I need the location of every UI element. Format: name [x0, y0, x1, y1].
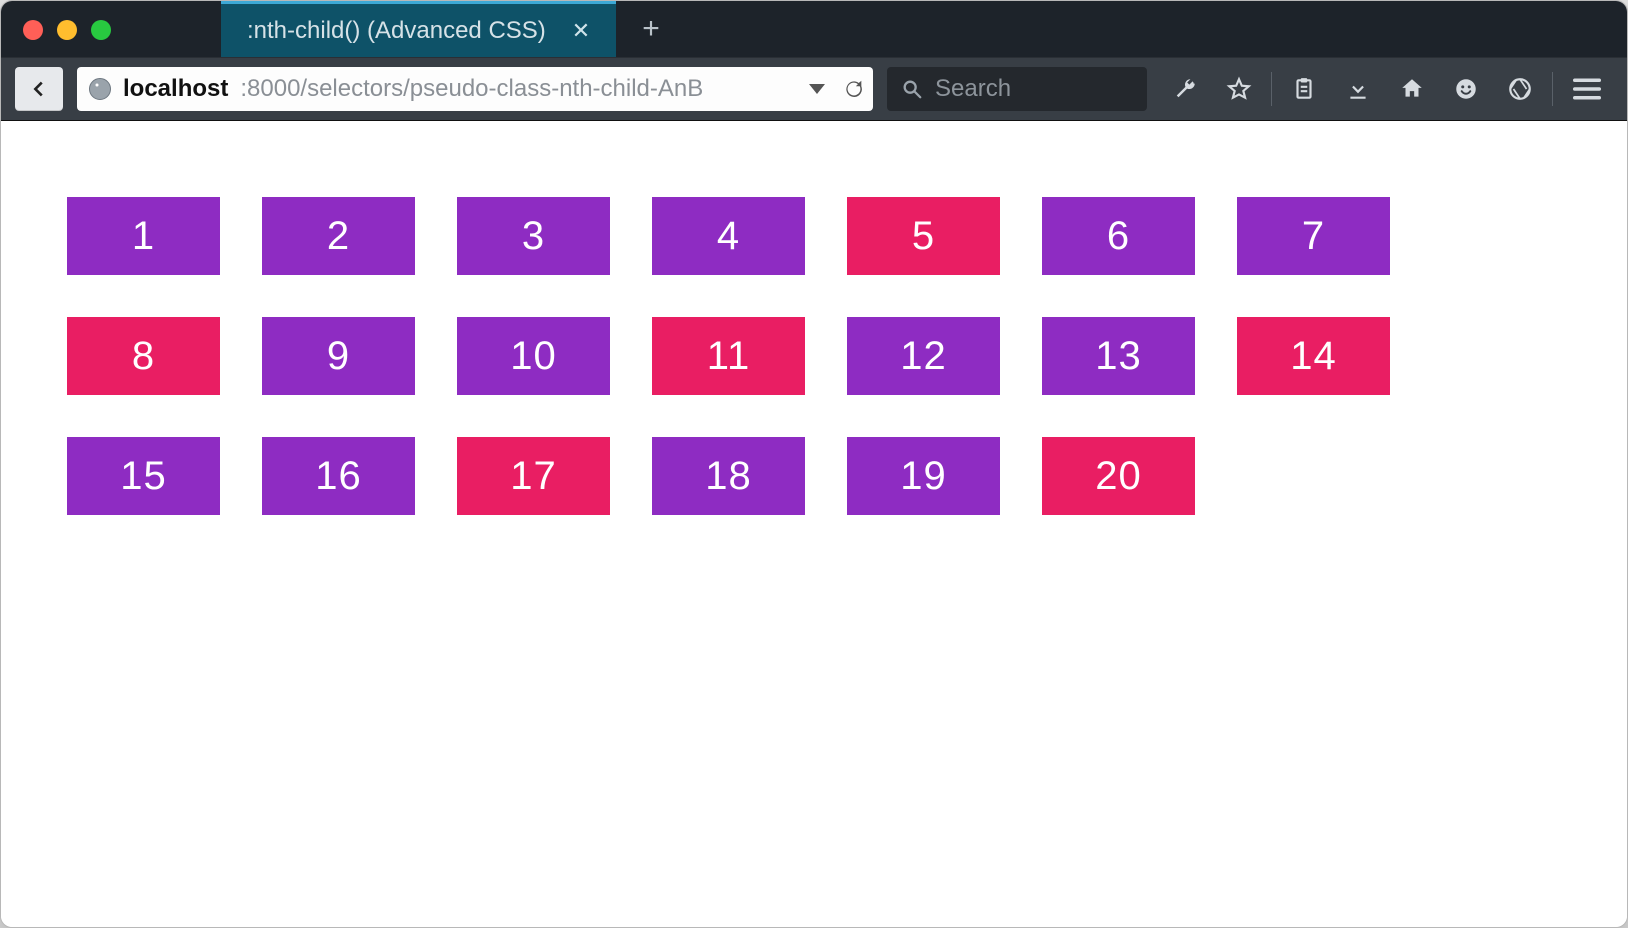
grid-cell: 20 [1042, 437, 1195, 515]
grid-cell: 11 [652, 317, 805, 395]
number-grid: 1234567891011121314151617181920 [67, 197, 1397, 515]
grid-cell: 14 [1237, 317, 1390, 395]
grid-cell: 6 [1042, 197, 1195, 275]
grid-cell: 8 [67, 317, 220, 395]
hamburger-icon [1573, 78, 1601, 100]
search-icon [901, 78, 923, 100]
grid-cell: 4 [652, 197, 805, 275]
grid-cell: 19 [847, 437, 1000, 515]
grid-cell: 10 [457, 317, 610, 395]
arrow-left-icon [28, 78, 50, 100]
download-icon [1345, 76, 1371, 102]
tab-close-icon[interactable]: ✕ [572, 20, 590, 42]
back-button[interactable] [15, 67, 63, 111]
history-dropdown-icon[interactable] [809, 84, 825, 94]
feedback-button[interactable] [1442, 67, 1490, 111]
downloads-button[interactable] [1334, 67, 1382, 111]
grid-cell: 1 [67, 197, 220, 275]
reload-button[interactable] [843, 78, 865, 100]
menu-button[interactable] [1561, 67, 1613, 111]
search-input[interactable] [935, 75, 1133, 103]
window-controls [1, 1, 221, 57]
window-minimize-button[interactable] [57, 20, 77, 40]
star-icon [1226, 76, 1252, 102]
toolbar-icons [1161, 67, 1613, 111]
clipboard-icon [1291, 76, 1317, 102]
grid-cell: 17 [457, 437, 610, 515]
search-bar[interactable] [887, 67, 1147, 111]
window-zoom-button[interactable] [91, 20, 111, 40]
toolbar: localhost :8000/selectors/pseudo-class-n… [1, 57, 1627, 121]
new-tab-button[interactable]: + [616, 1, 686, 57]
address-bar[interactable]: localhost :8000/selectors/pseudo-class-n… [77, 67, 873, 111]
separator [1271, 72, 1272, 106]
url-path: :8000/selectors/pseudo-class-nth-child-A… [240, 75, 791, 103]
grid-cell: 16 [262, 437, 415, 515]
tab-title: :nth-child() (Advanced CSS) [247, 17, 546, 45]
aperture-icon [1507, 76, 1533, 102]
separator [1552, 72, 1553, 106]
smiley-icon [1453, 76, 1479, 102]
grid-cell: 5 [847, 197, 1000, 275]
grid-cell: 18 [652, 437, 805, 515]
home-icon [1399, 76, 1425, 102]
home-button[interactable] [1388, 67, 1436, 111]
grid-cell: 7 [1237, 197, 1390, 275]
grid-cell: 3 [457, 197, 610, 275]
viewport[interactable]: 1234567891011121314151617181920 [1, 121, 1627, 927]
devtools-button[interactable] [1161, 67, 1209, 111]
clipboard-button[interactable] [1280, 67, 1328, 111]
tab-active[interactable]: :nth-child() (Advanced CSS) ✕ [221, 1, 616, 57]
wrench-icon [1172, 76, 1198, 102]
grid-cell: 13 [1042, 317, 1195, 395]
bookmark-button[interactable] [1215, 67, 1263, 111]
page-content: 1234567891011121314151617181920 [1, 121, 1627, 591]
grid-cell: 9 [262, 317, 415, 395]
url-host: localhost [123, 75, 228, 103]
grid-cell: 2 [262, 197, 415, 275]
grid-cell: 12 [847, 317, 1000, 395]
screenshot-button[interactable] [1496, 67, 1544, 111]
titlebar: :nth-child() (Advanced CSS) ✕ + [1, 1, 1627, 57]
grid-cell: 15 [67, 437, 220, 515]
browser-window: :nth-child() (Advanced CSS) ✕ + localhos… [0, 0, 1628, 928]
window-close-button[interactable] [23, 20, 43, 40]
globe-icon [89, 78, 111, 100]
